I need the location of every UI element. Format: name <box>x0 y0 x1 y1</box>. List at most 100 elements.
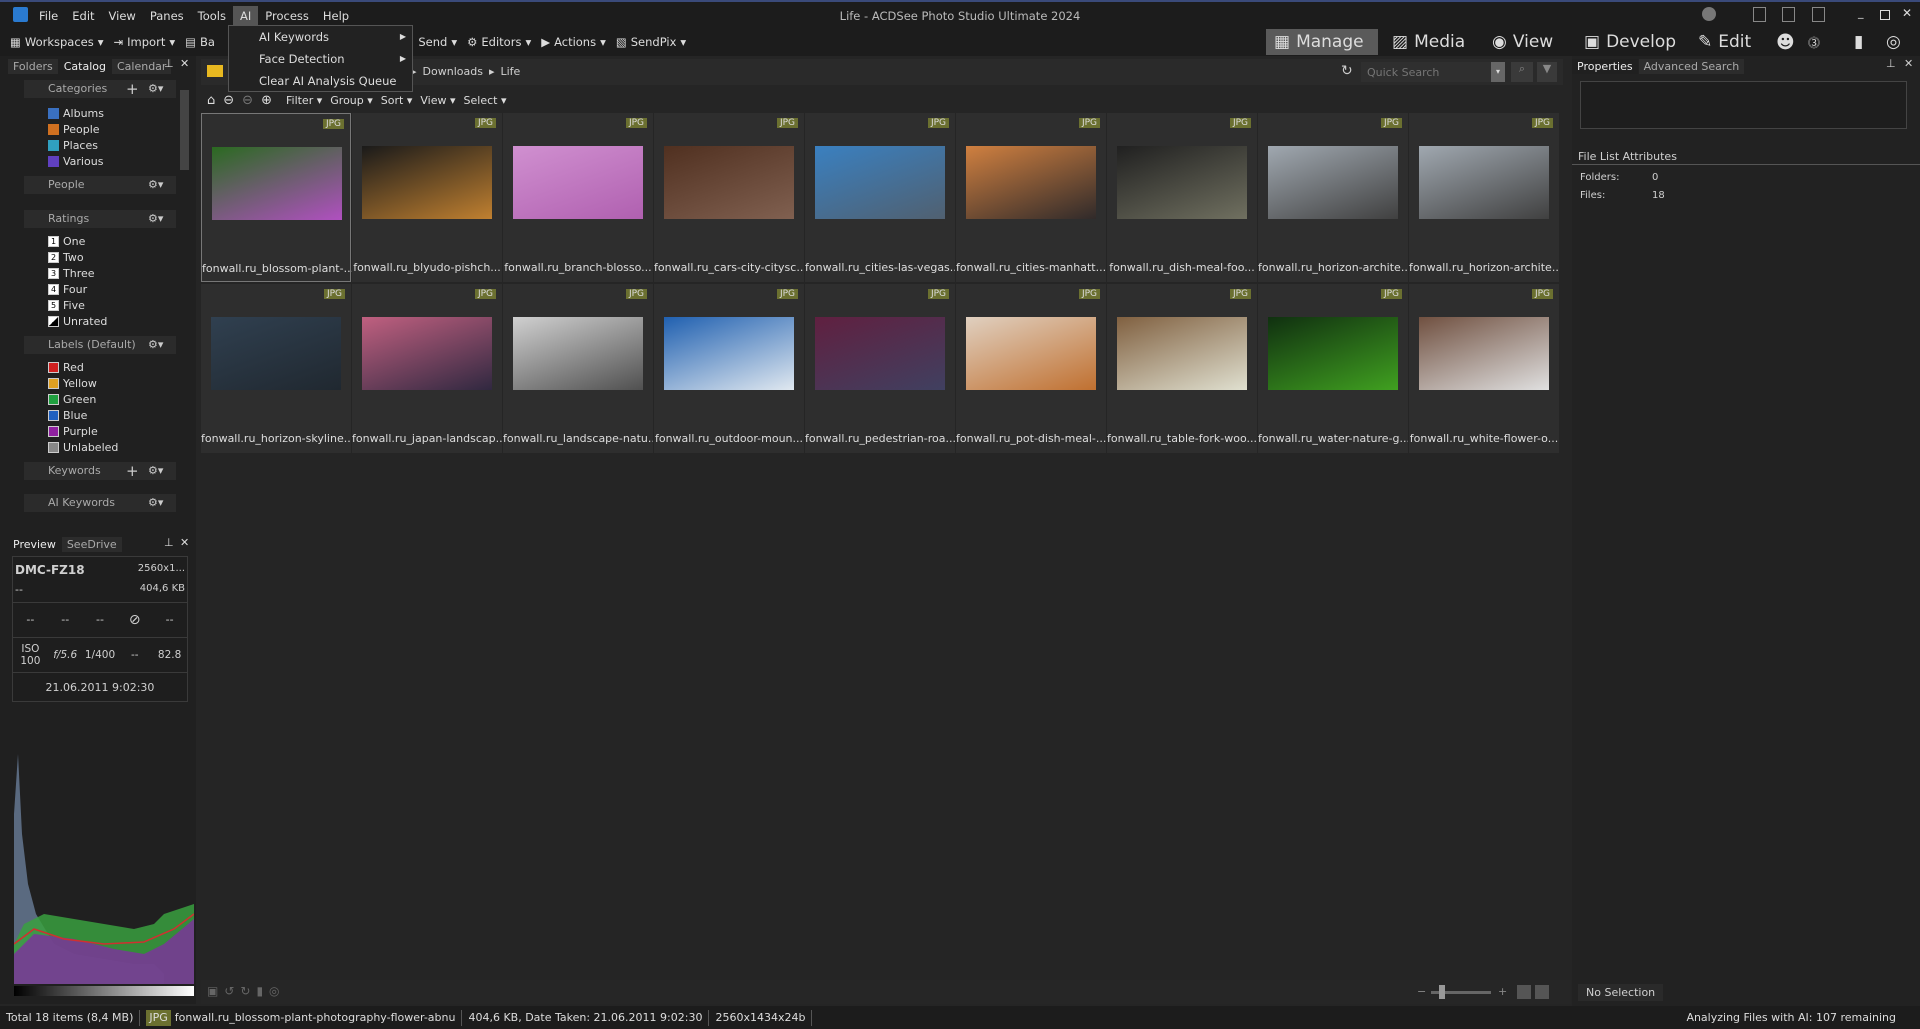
thumbnail-item[interactable]: JPG fonwall.ru_white-flower-o... <box>1409 284 1559 453</box>
thumbnail-item[interactable]: JPG fonwall.ru_horizon-skyline... <box>201 284 351 453</box>
gear-icon[interactable]: ⚙▾ <box>148 462 163 480</box>
thumbnail-item[interactable]: JPG fonwall.ru_blossom-plant-... <box>201 113 352 282</box>
add-icon[interactable]: + <box>126 462 139 480</box>
thumbnail-item[interactable]: JPG fonwall.ru_horizon-archite... <box>1258 113 1408 282</box>
close-pane-icon[interactable]: ✕ <box>180 57 189 70</box>
thumbnail-item[interactable]: JPG fonwall.ru_pedestrian-roa... <box>805 284 955 453</box>
thumbnail-item[interactable]: JPG fonwall.ru_cars-city-citysc... <box>654 113 804 282</box>
quick-search-input[interactable] <box>1361 62 1491 82</box>
sendpix-button[interactable]: ▧ SendPix ▾ <box>616 35 686 49</box>
365-icon[interactable]: ⓷ <box>1800 29 1828 55</box>
back-icon[interactable]: ⊖ <box>223 93 234 108</box>
pin-icon[interactable]: ⊥ <box>164 536 174 549</box>
label-green[interactable]: Green <box>48 392 96 406</box>
ai-menu-item[interactable]: Clear AI Analysis Queue <box>229 70 412 92</box>
tab-folders[interactable]: Folders <box>8 59 58 74</box>
mode-media[interactable]: ▨ Media <box>1384 29 1473 55</box>
right-pane-toggle-icon[interactable] <box>1812 7 1825 22</box>
catalog-scrollbar[interactable] <box>180 90 189 170</box>
mode-develop[interactable]: ▣ Develop <box>1576 29 1684 55</box>
tab-catalog[interactable]: Catalog <box>58 59 111 74</box>
mode-manage[interactable]: ▦ Manage <box>1266 29 1378 55</box>
minimize-button[interactable]: _ <box>1858 6 1864 19</box>
select-menu[interactable]: Select ▾ <box>464 94 507 107</box>
breadcrumb-life[interactable]: Life <box>500 65 520 78</box>
group-menu[interactable]: Group ▾ <box>330 94 373 107</box>
details-view-icon[interactable] <box>1535 985 1549 999</box>
thumbnail-view-icon[interactable] <box>1517 985 1531 999</box>
close-pane-icon[interactable]: ✕ <box>1904 57 1913 70</box>
label-purple[interactable]: Purple <box>48 424 98 438</box>
breadcrumb-downloads[interactable]: Downloads <box>423 65 483 78</box>
category-albums[interactable]: Albums <box>48 106 104 120</box>
actions-button[interactable]: ▶ Actions ▾ <box>541 35 606 49</box>
thumbnail-item[interactable]: JPG fonwall.ru_cities-manhatt... <box>956 113 1106 282</box>
gear-icon[interactable]: ⚙▾ <box>148 80 163 98</box>
label-yellow[interactable]: Yellow <box>48 376 97 390</box>
zoom-in-icon[interactable]: + <box>1498 985 1507 998</box>
workspaces-button[interactable]: ▦ Workspaces ▾ <box>10 35 104 49</box>
category-various[interactable]: Various <box>48 154 103 168</box>
people-section[interactable]: People ⚙▾ <box>24 176 176 194</box>
mode-edit[interactable]: ✎ Edit <box>1690 29 1759 55</box>
gear-icon[interactable]: ⚙▾ <box>148 176 163 194</box>
refresh-icon[interactable]: ↻ <box>1341 63 1353 79</box>
up-icon[interactable]: ⊕ <box>261 93 272 108</box>
ai-menu-item[interactable]: Face Detection ▶ <box>229 48 412 70</box>
labels-section[interactable]: Labels (Default) ⚙▾ <box>24 336 176 354</box>
label-red[interactable]: Red <box>48 360 84 374</box>
thumbnail-item[interactable]: JPG fonwall.ru_outdoor-moun... <box>654 284 804 453</box>
ai-menu-item[interactable]: AI Keywords ▶ <box>229 26 412 48</box>
add-icon[interactable]: + <box>126 80 139 98</box>
view-menu[interactable]: View ▾ <box>420 94 455 107</box>
thumbnail-item[interactable]: JPG fonwall.ru_table-fork-woo... <box>1107 284 1257 453</box>
thumbnail-item[interactable]: JPG fonwall.ru_branch-blosso... <box>503 113 653 282</box>
tab-calendar[interactable]: Calendar <box>111 59 172 74</box>
slider-handle[interactable] <box>1439 985 1445 999</box>
close-pane-icon[interactable]: ✕ <box>180 536 189 549</box>
label-unlabeled[interactable]: Unlabeled <box>48 440 118 454</box>
batch-button[interactable]: ▤ Ba <box>185 35 215 49</box>
rating-three[interactable]: 3 Three <box>48 266 95 280</box>
mode-view[interactable]: ◉ View <box>1484 29 1561 55</box>
rating-two[interactable]: 2 Two <box>48 250 84 264</box>
category-places[interactable]: Places <box>48 138 98 152</box>
rating-five[interactable]: 5 Five <box>48 298 85 312</box>
tab-preview[interactable]: Preview <box>8 537 61 552</box>
thumbnail-item[interactable]: JPG fonwall.ru_cities-las-vegas... <box>805 113 955 282</box>
left-pane-toggle-icon[interactable] <box>1753 7 1766 22</box>
ratings-section[interactable]: Ratings ⚙▾ <box>24 210 176 228</box>
rating-one[interactable]: 1 One <box>48 234 85 248</box>
filter-menu[interactable]: Filter ▾ <box>286 94 322 107</box>
thumbnail-item[interactable]: JPG fonwall.ru_dish-meal-foo... <box>1107 113 1257 282</box>
people-mode-icon[interactable]: ☻ <box>1768 29 1803 55</box>
home-icon[interactable]: ⌂ <box>207 93 215 108</box>
gear-icon[interactable]: ⚙▾ <box>148 336 163 354</box>
thumbnail-item[interactable]: JPG fonwall.ru_pot-dish-meal-... <box>956 284 1106 453</box>
thumbnail-item[interactable]: JPG fonwall.ru_landscape-natu... <box>503 284 653 453</box>
import-button[interactable]: ⇥ Import ▾ <box>114 35 176 49</box>
keywords-section[interactable]: Keywords + ⚙▾ <box>24 462 176 480</box>
label-blue[interactable]: Blue <box>48 408 87 422</box>
rating-unrated[interactable]: Unrated <box>48 314 107 328</box>
categories-section[interactable]: Categories + ⚙▾ <box>24 80 176 98</box>
search-options-icon[interactable]: ⌕ <box>1511 62 1533 82</box>
filter-icon[interactable]: ▼ <box>1537 62 1557 82</box>
account-icon[interactable] <box>1702 7 1716 21</box>
close-button[interactable]: ✕ <box>1902 6 1912 20</box>
gear-icon[interactable]: ⚙▾ <box>148 494 163 512</box>
thumbnail-item[interactable]: JPG fonwall.ru_horizon-archite... <box>1409 113 1559 282</box>
sort-menu[interactable]: Sort ▾ <box>381 94 413 107</box>
pin-icon[interactable]: ⊥ <box>1886 57 1896 70</box>
bottom-pane-toggle-icon[interactable] <box>1782 7 1795 22</box>
rating-four[interactable]: 4 Four <box>48 282 87 296</box>
thumbnail-item[interactable]: JPG fonwall.ru_japan-landscap... <box>352 284 502 453</box>
dashboard-icon[interactable]: ▮ <box>1846 29 1871 55</box>
zoom-out-icon[interactable]: − <box>1417 985 1426 998</box>
luma-icon[interactable]: ◎ <box>1878 29 1909 55</box>
thumbnail-item[interactable]: JPG fonwall.ru_blyudo-pishch... <box>352 113 502 282</box>
editors-button[interactable]: ⚙ Editors ▾ <box>467 35 531 49</box>
rotate-tools-icons[interactable]: ▣↺↻▮◎ <box>207 984 286 998</box>
search-history-dropdown[interactable]: ▾ <box>1491 62 1505 82</box>
gear-icon[interactable]: ⚙▾ <box>148 210 163 228</box>
